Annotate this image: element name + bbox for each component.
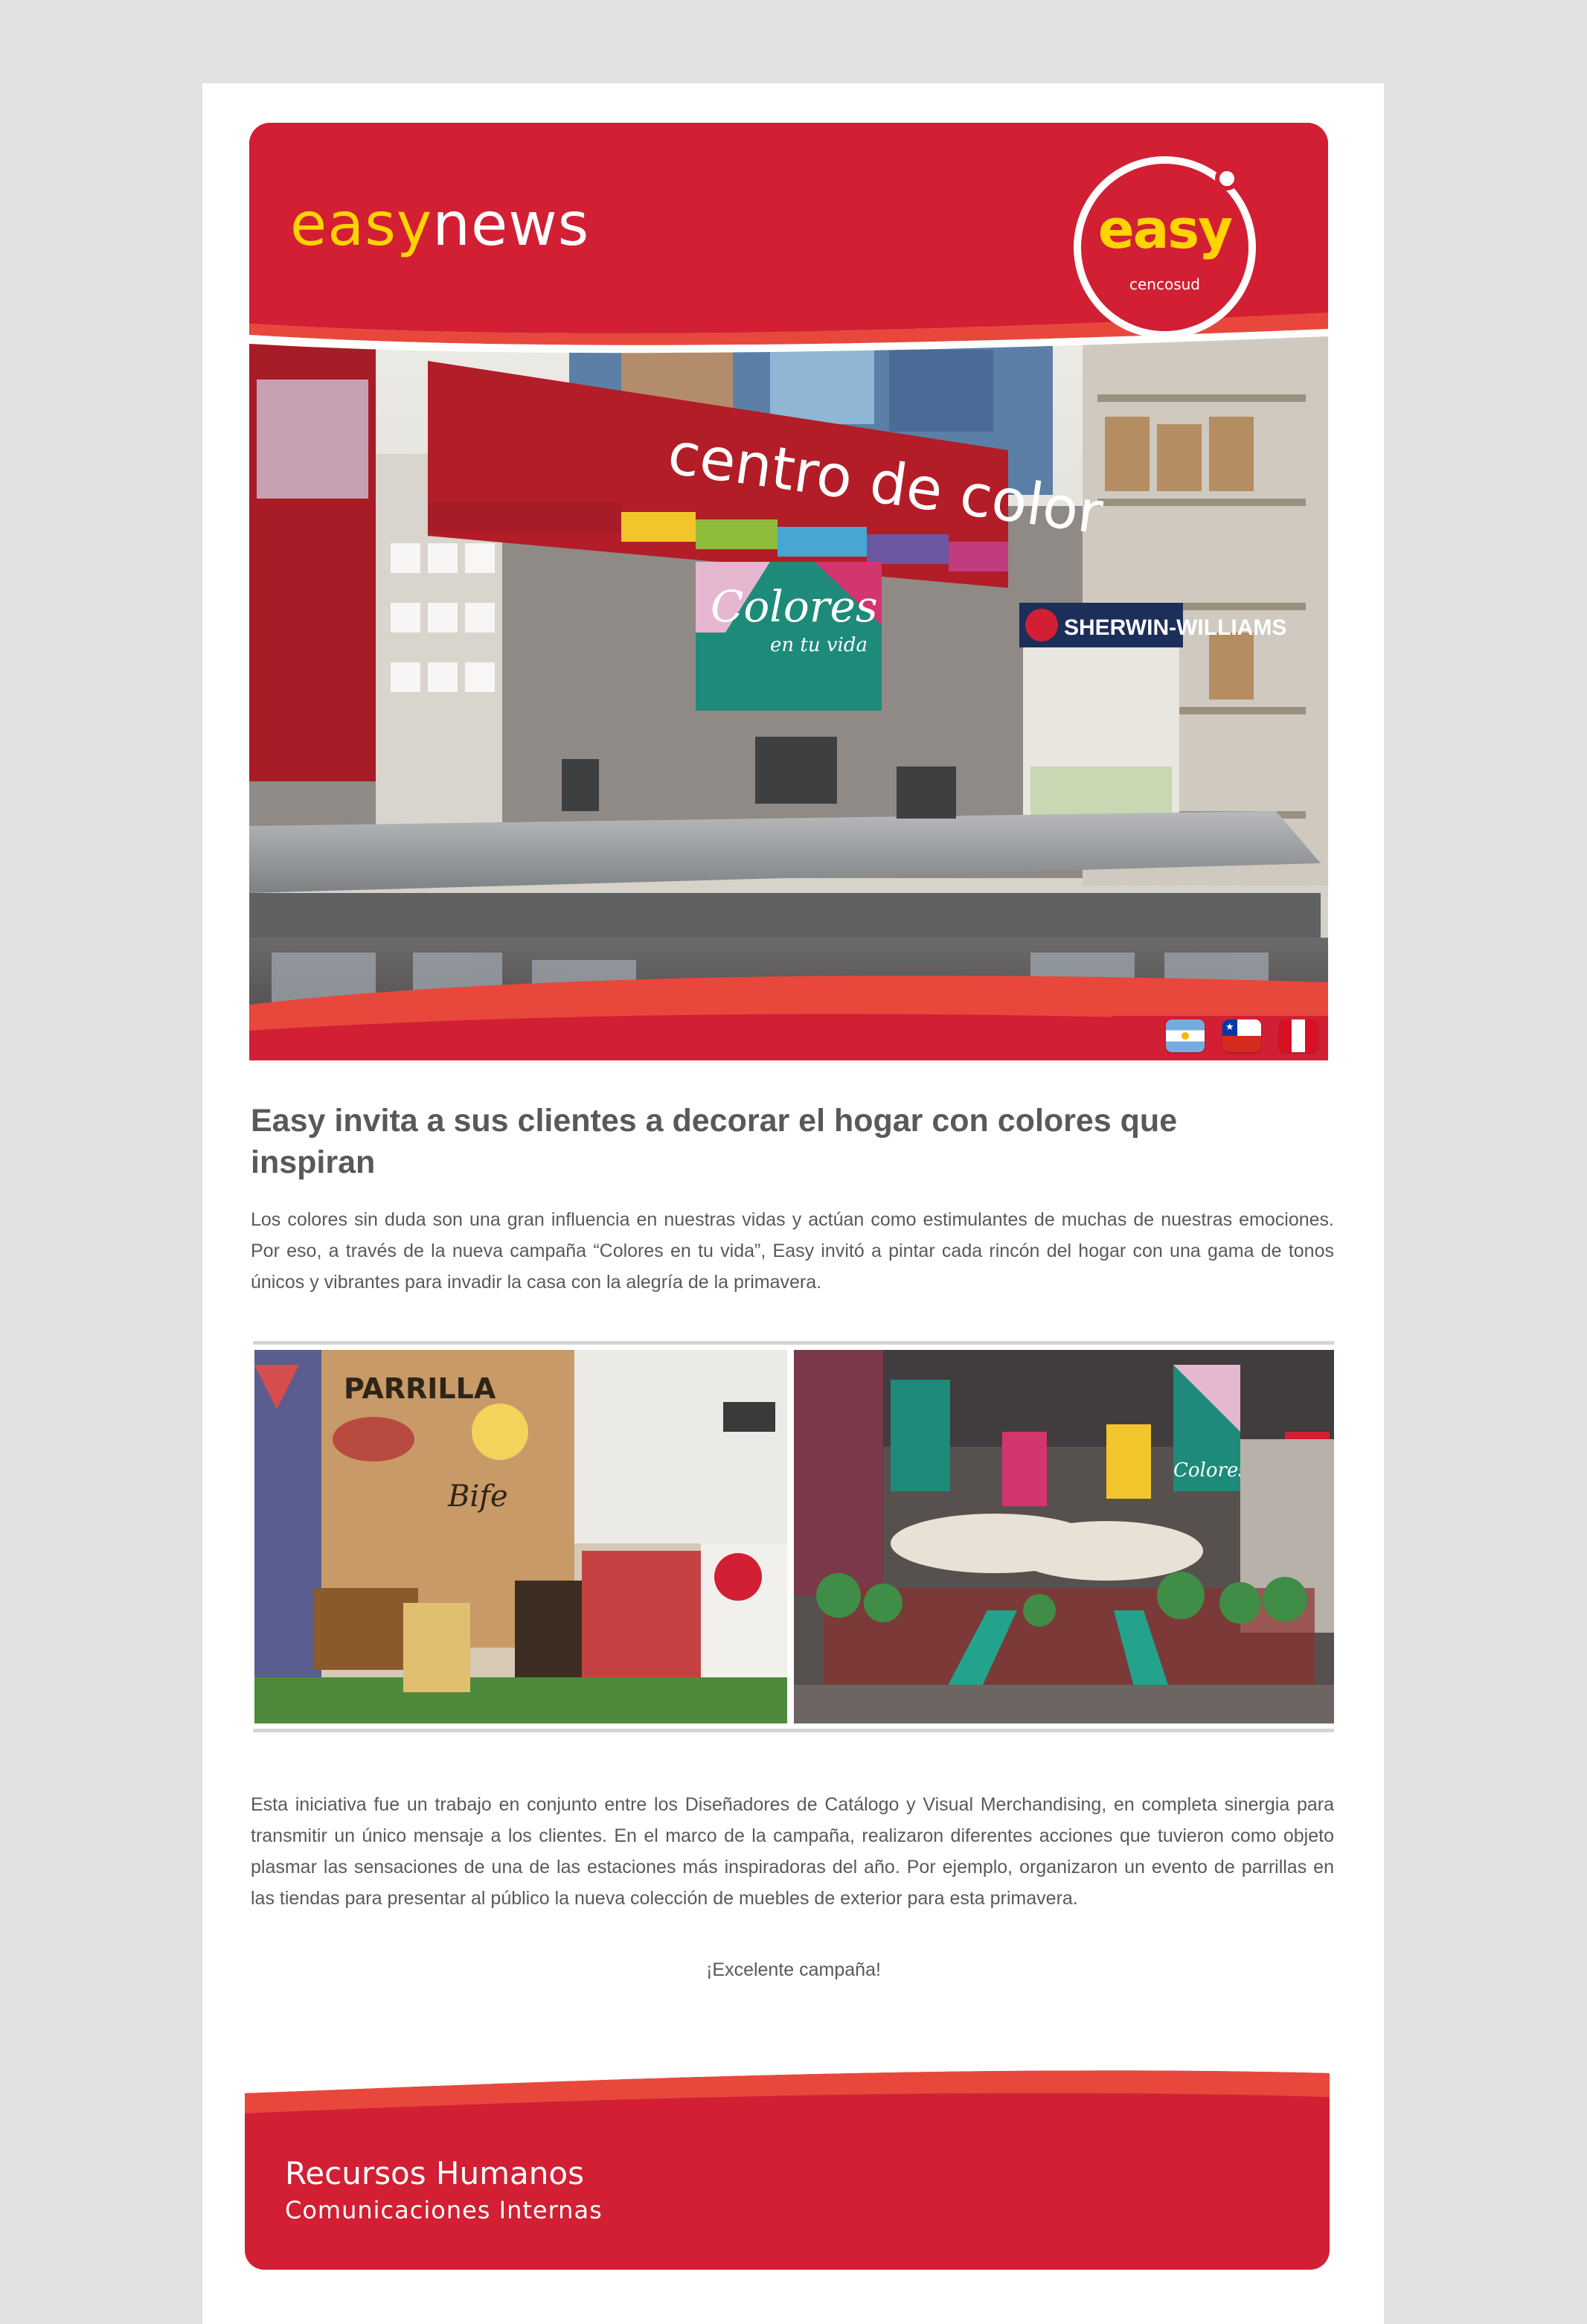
gallery-top-rule: [253, 1341, 1334, 1345]
argentina-flag-icon[interactable]: [1166, 1019, 1205, 1052]
closing-line: ¡Excelente campaña!: [706, 1959, 881, 1980]
sherwin-williams-sign: SHERWIN-WILLIAMS: [1064, 615, 1286, 640]
logo-tag-icon: [1215, 167, 1239, 191]
outdoor-furniture-photo: Colores: [794, 1350, 1334, 1723]
footer-top-curve: [245, 2067, 1330, 2127]
chile-flag-icon[interactable]: [1222, 1019, 1261, 1052]
colores-banner-text: Colores: [711, 581, 878, 632]
colores-hanging-banner-text: Colores: [1173, 1459, 1248, 1482]
bife-text: Bife: [447, 1479, 508, 1514]
hero-store-photo: centro de color Colores en tu vida SHERW…: [249, 290, 1328, 1060]
parrilla-sign-text: PARRILLA: [344, 1372, 496, 1405]
easy-cencosud-logo: easy cencosud: [1074, 156, 1256, 339]
grill-event-photo: PARRILLA Bife: [254, 1350, 787, 1723]
footer-title: Recursos Humanos: [285, 2155, 584, 2192]
hero-photo-graphic: centro de color Colores en tu vida SHERW…: [249, 320, 1328, 1060]
article-paragraph-2: Esta iniciativa fue un trabajo en conjun…: [251, 1794, 1334, 1909]
gallery-bottom-rule: [253, 1729, 1334, 1732]
brand-news: news: [432, 190, 590, 259]
country-flags: [1166, 1019, 1318, 1052]
brand-easy: easy: [290, 190, 433, 259]
newsletter-footer: Recursos Humanos Comunicaciones Internas: [245, 2067, 1330, 2270]
grill-photo-graphic: PARRILLA Bife: [254, 1350, 787, 1723]
photo-gallery: PARRILLA Bife Colores: [253, 1341, 1334, 1732]
en-tu-vida-text: en tu vida: [770, 634, 868, 656]
logo-sub: cencosud: [1129, 275, 1200, 293]
easynews-brand: easynews: [290, 190, 589, 259]
furniture-photo-graphic: Colores: [794, 1350, 1334, 1723]
logo-word: easy: [1097, 198, 1233, 260]
peru-flag-icon[interactable]: [1279, 1019, 1318, 1052]
footer-subtitle: Comunicaciones Internas: [285, 2196, 603, 2224]
newsletter-header: easynews easy cencosud centro de color C…: [249, 123, 1328, 1060]
article-headline: Easy invita a sus clientes a decorar el …: [251, 1103, 1178, 1180]
article-paragraph-1: Los colores sin duda son una gran influe…: [251, 1209, 1334, 1293]
